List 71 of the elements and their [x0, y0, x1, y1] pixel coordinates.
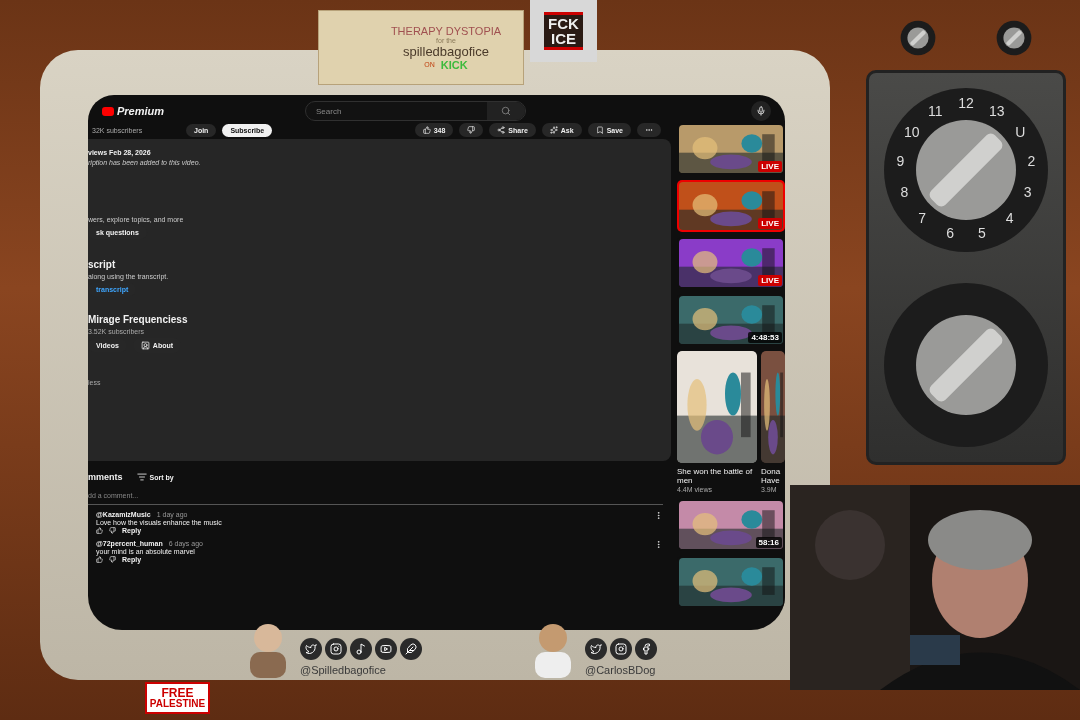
instagram-icon[interactable]: [615, 643, 627, 655]
search-icon[interactable]: [501, 106, 511, 116]
dislike-button[interactable]: [459, 123, 484, 137]
mic-button[interactable]: [751, 101, 771, 121]
facebook-icon[interactable]: [640, 643, 652, 655]
banner-title: THERAPY DYSTOPIA: [390, 24, 502, 37]
duration-label: 4:48:53: [748, 332, 782, 343]
note-icon[interactable]: [355, 643, 367, 655]
feather-icon[interactable]: [405, 643, 417, 655]
channel-name[interactable]: Mirage Frequenciess: [88, 314, 671, 325]
dial-number: 11: [928, 102, 943, 119]
instagram-icon[interactable]: [330, 643, 342, 655]
dislike-icon[interactable]: [109, 527, 116, 534]
video-thumbnail[interactable]: 4:48:53: [677, 294, 785, 346]
live-badge: LIVE: [758, 161, 782, 172]
logo-icon: [102, 106, 114, 116]
bookmark-icon: [595, 126, 604, 134]
comments-heading: mments: [88, 472, 123, 482]
video-thumbnail[interactable]: 58:16: [677, 499, 785, 551]
dial-drawing[interactable]: [884, 88, 1048, 253]
sparkle-icon: [549, 126, 558, 134]
like-icon[interactable]: [96, 556, 103, 563]
dial-number: 7: [918, 210, 927, 227]
short-title[interactable]: She won the battle of men: [677, 467, 757, 485]
dial-number: 3: [1023, 184, 1032, 201]
knob-drawing[interactable]: [996, 20, 1032, 56]
youtube-icon[interactable]: [380, 643, 392, 655]
dial-number: 8: [900, 184, 909, 201]
kick-logo-text: KICK: [440, 58, 468, 71]
logo-text[interactable]: Premium: [117, 105, 165, 117]
badge-text: ICE: [551, 31, 576, 46]
bird-icon[interactable]: [305, 643, 317, 655]
badge-text: FREE: [161, 687, 194, 699]
transcript-heading: script: [88, 259, 117, 270]
more-button[interactable]: [637, 123, 661, 137]
more-icon[interactable]: [654, 511, 663, 520]
video-thumbnail[interactable]: LIVE: [677, 237, 785, 289]
social-handle[interactable]: @Spilledbagofice: [300, 664, 386, 676]
sort-icon: [136, 472, 147, 482]
thumbs-down-icon: [467, 126, 476, 134]
live-badge: LIVE: [758, 218, 782, 229]
dial-number: 4: [1005, 210, 1014, 227]
mic-icon: [756, 106, 766, 116]
bird-icon[interactable]: [590, 643, 602, 655]
social-handle[interactable]: @CarlosBDog: [585, 664, 656, 676]
short-title[interactable]: Dona Have: [761, 467, 785, 485]
banner-name: spilledbagofice: [403, 43, 489, 59]
dial-number: 10: [903, 123, 920, 140]
more-icon: [645, 126, 653, 134]
live-badge: LIVE: [758, 275, 782, 286]
dial-number: 13: [988, 102, 1005, 119]
dial-number: 5: [977, 225, 986, 242]
knob-drawing[interactable]: [900, 20, 936, 56]
badge-text: FCK: [548, 16, 579, 31]
more-icon[interactable]: [654, 540, 663, 549]
badge-text: PALESTINE: [149, 699, 206, 709]
dial-number: U: [1015, 123, 1026, 140]
dial-drawing[interactable]: [884, 282, 1048, 447]
like-icon[interactable]: [96, 527, 103, 534]
share-icon: [497, 126, 506, 134]
search-field[interactable]: Search: [305, 101, 526, 121]
thumbs-up-icon: [422, 126, 431, 134]
person-icon: [140, 341, 150, 350]
dial-number: 9: [896, 153, 905, 170]
dial-number: 2: [1027, 153, 1036, 170]
video-thumbnail[interactable]: LIVE: [677, 123, 785, 175]
duration-label: 58:16: [755, 537, 782, 548]
dial-number: 12: [958, 95, 974, 112]
dial-number: 6: [946, 225, 955, 242]
dislike-icon[interactable]: [109, 556, 116, 563]
video-thumbnail[interactable]: LIVE: [677, 180, 785, 232]
